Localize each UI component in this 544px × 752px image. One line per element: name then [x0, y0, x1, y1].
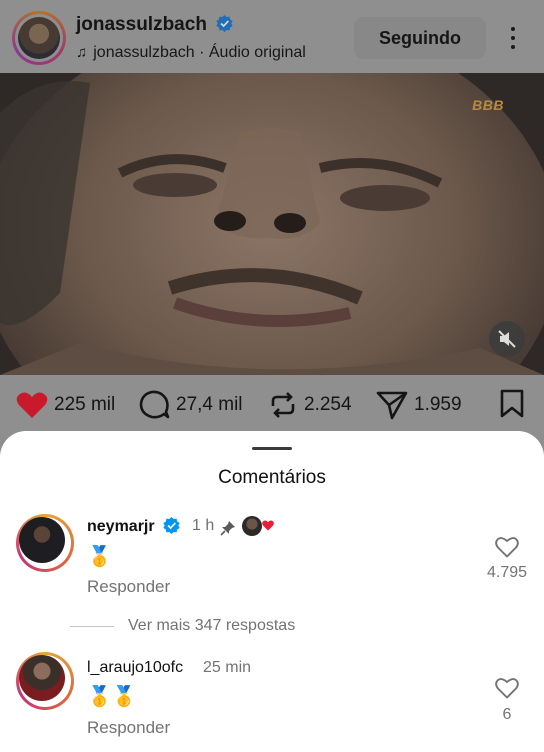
commenter-avatar[interactable]: [16, 514, 74, 572]
comment-time: 1 h: [192, 517, 215, 534]
repost-icon: [271, 392, 295, 418]
heart-icon: [16, 392, 48, 418]
comments-sheet: Comentários neymarjr 1 h 🥇 Responder 4.7…: [0, 431, 544, 752]
comment-time: 25 min: [203, 659, 252, 676]
reel-video[interactable]: BBB: [0, 73, 544, 375]
comment-username[interactable]: neymarjr: [87, 517, 180, 536]
commenter-avatar[interactable]: [16, 652, 74, 710]
author-liked-avatar: [242, 516, 262, 536]
share-button[interactable]: 1.959: [376, 391, 462, 420]
view-more-replies[interactable]: Ver mais 347 respostas: [70, 617, 295, 635]
verified-icon: [216, 15, 233, 32]
sheet-title: Comentários: [218, 467, 326, 488]
music-note-icon: ♫: [76, 44, 88, 61]
reply-button[interactable]: Responder: [87, 718, 170, 738]
heart-icon: [262, 520, 274, 531]
mute-icon[interactable]: [489, 321, 525, 357]
comment-username[interactable]: l_araujo10ofc: [87, 659, 183, 677]
verified-icon: [163, 517, 180, 534]
author-avatar[interactable]: [12, 11, 66, 65]
comment-text: 🥇🥇: [87, 686, 137, 708]
pin-icon: [220, 521, 235, 536]
repost-button[interactable]: 2.254: [268, 391, 352, 419]
like-button[interactable]: 225 mil: [16, 391, 115, 419]
sheet-drag-handle[interactable]: [252, 447, 292, 450]
heart-icon[interactable]: [495, 677, 519, 699]
comment-button[interactable]: 27,4 mil: [138, 390, 243, 419]
reply-button[interactable]: Responder: [87, 577, 170, 597]
comment-icon: [139, 390, 170, 419]
audio-link[interactable]: ♫ jonassulzbach · Áudio original: [76, 44, 306, 62]
following-button[interactable]: Seguindo: [354, 17, 486, 59]
author-username[interactable]: jonassulzbach: [76, 14, 233, 36]
bookmark-icon[interactable]: [499, 389, 525, 419]
video-frame: [0, 73, 544, 375]
post-header: jonassulzbach ♫ jonassulzbach · Áudio ori…: [0, 0, 544, 73]
post-actions: 225 mil 27,4 mil 2.254 1.959: [0, 375, 544, 433]
divider: [70, 625, 114, 627]
share-icon: [376, 391, 408, 420]
comment-like-count: 4.795: [486, 564, 528, 581]
comment-like-count: 6: [502, 706, 512, 723]
heart-icon[interactable]: [495, 536, 519, 558]
more-icon[interactable]: [503, 24, 523, 52]
comment-text: 🥇: [87, 546, 112, 568]
video-watermark: BBB: [472, 97, 504, 113]
